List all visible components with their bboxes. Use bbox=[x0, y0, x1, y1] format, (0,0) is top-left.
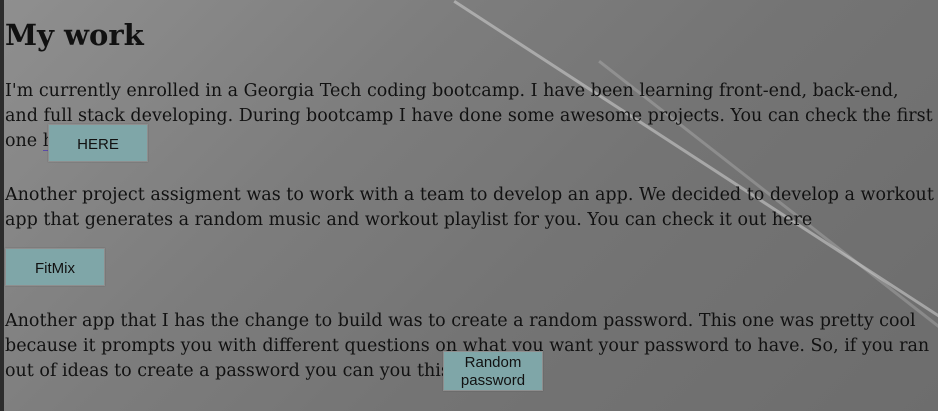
fitmix-button[interactable]: FitMix bbox=[5, 248, 105, 286]
left-edge-strip bbox=[0, 0, 4, 411]
here-button[interactable]: HERE bbox=[48, 124, 148, 162]
page-title: My work bbox=[5, 18, 144, 52]
fitmix-paragraph: Another project assigment was to work wi… bbox=[5, 185, 934, 230]
random-password-button[interactable]: Random password bbox=[443, 351, 543, 391]
